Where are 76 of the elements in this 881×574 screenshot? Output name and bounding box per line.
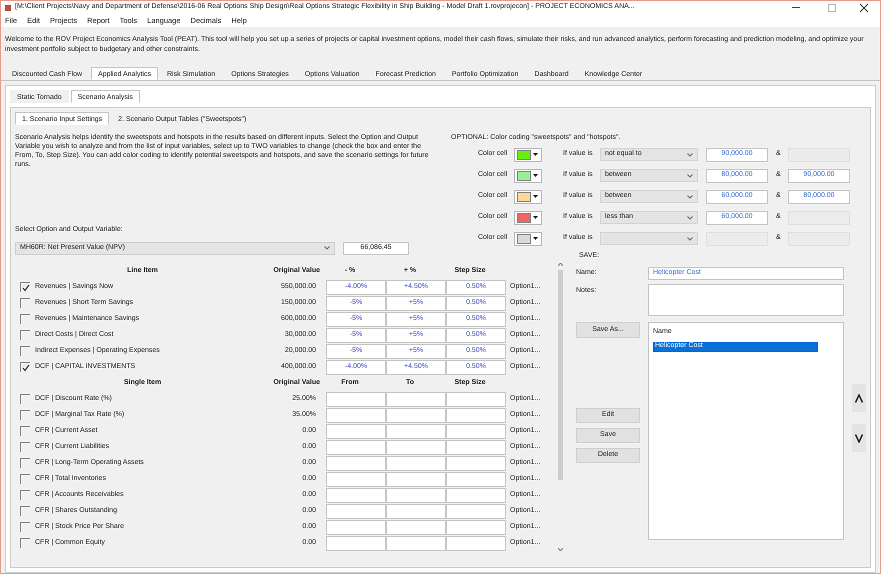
input-field[interactable] (386, 392, 446, 406)
checkbox[interactable] (20, 314, 30, 324)
checkbox[interactable] (20, 362, 30, 372)
scroll-thumb[interactable] (558, 270, 563, 480)
input-field[interactable] (446, 456, 506, 470)
scrollbar[interactable] (556, 263, 564, 551)
input-field[interactable] (446, 408, 506, 422)
caret-icon (687, 216, 693, 220)
color-picker[interactable] (514, 148, 542, 162)
input-field[interactable] (446, 520, 506, 534)
chevron-up-icon (855, 394, 863, 402)
minimize-icon[interactable] (792, 6, 800, 8)
input-field[interactable] (326, 536, 386, 550)
checkbox[interactable] (20, 346, 30, 356)
input-field[interactable] (446, 392, 506, 406)
input-field[interactable] (386, 424, 446, 438)
color-picker[interactable] (514, 168, 542, 182)
close-icon[interactable] (860, 4, 868, 12)
maximize-icon[interactable] (828, 4, 836, 12)
move-up-button[interactable] (852, 384, 866, 412)
input-field[interactable] (326, 408, 386, 422)
input-field[interactable] (326, 504, 386, 518)
input-field[interactable] (386, 504, 446, 518)
checkbox[interactable] (20, 298, 30, 308)
checkbox[interactable] (20, 522, 30, 532)
caret-icon (533, 195, 538, 198)
input-field[interactable] (386, 472, 446, 486)
chevron-down-icon (855, 434, 863, 442)
caret-icon (533, 153, 538, 156)
input-field[interactable] (326, 488, 386, 502)
color-picker[interactable] (514, 232, 542, 246)
checkbox[interactable] (20, 282, 30, 292)
input-field[interactable] (446, 488, 506, 502)
input-field[interactable] (386, 440, 446, 454)
caret-icon (533, 216, 538, 219)
input-field[interactable] (386, 520, 446, 534)
caret-icon (533, 174, 538, 177)
checkbox[interactable] (20, 490, 30, 500)
app-icon (5, 4, 11, 10)
scroll-up-icon[interactable] (558, 263, 563, 266)
checkbox[interactable] (20, 426, 30, 436)
condition-dropdown[interactable] (600, 232, 698, 245)
input-field[interactable] (326, 392, 386, 406)
caret-icon (533, 237, 538, 240)
checkbox[interactable] (20, 410, 30, 420)
checkbox[interactable] (20, 442, 30, 452)
input-field[interactable] (386, 488, 446, 502)
checkbox[interactable] (20, 458, 30, 468)
input-field[interactable] (386, 536, 446, 550)
caret-icon (324, 246, 330, 250)
input-field[interactable] (446, 536, 506, 550)
input-field[interactable] (326, 440, 386, 454)
input-field[interactable] (386, 408, 446, 422)
checkbox[interactable] (20, 538, 30, 548)
input-field[interactable] (446, 440, 506, 454)
scroll-down-icon[interactable] (558, 548, 563, 551)
caret-icon (687, 236, 693, 240)
move-down-button[interactable] (852, 424, 866, 452)
color-picker[interactable] (514, 210, 542, 224)
checkbox[interactable] (20, 506, 30, 516)
caret-icon (687, 152, 693, 156)
input-field[interactable] (326, 424, 386, 438)
caret-icon (687, 194, 693, 198)
caret-icon (687, 174, 693, 178)
checkbox[interactable] (20, 394, 30, 404)
checkbox[interactable] (20, 474, 30, 484)
input-field[interactable] (386, 456, 446, 470)
input-field[interactable] (446, 504, 506, 518)
input-field[interactable] (446, 472, 506, 486)
input-field[interactable] (326, 456, 386, 470)
notes-field[interactable] (648, 284, 844, 316)
input-field[interactable] (326, 520, 386, 534)
input-field[interactable] (326, 472, 386, 486)
input-field[interactable] (446, 424, 506, 438)
color-picker[interactable] (514, 190, 542, 204)
checkbox[interactable] (20, 330, 30, 340)
